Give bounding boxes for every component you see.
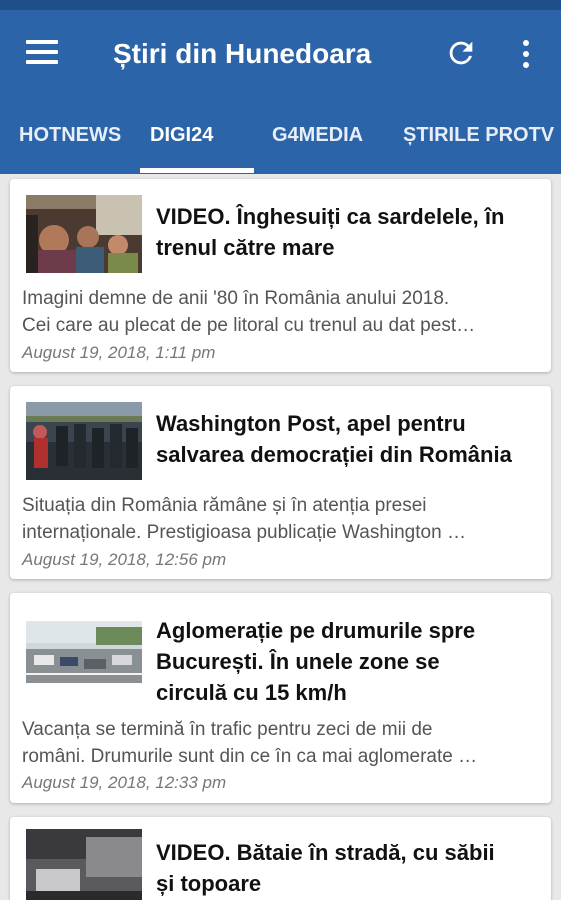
- headline-line: salvarea democrației din România: [156, 442, 512, 467]
- summary-line: Situația din România rămâne și în atenți…: [22, 495, 427, 516]
- app-bar: Știri din Hunedoara: [0, 10, 561, 108]
- more-options-icon[interactable]: [518, 40, 534, 72]
- article-card[interactable]: Aglomerație pe drumurile spre București.…: [10, 593, 551, 803]
- tab-bar: HOTNEWS DIGI24 G4MEDIA ȘTIRILE PROTV: [0, 108, 561, 174]
- article-summary: Imagini demne de anii '80 în România anu…: [22, 285, 542, 339]
- tab-digi24[interactable]: DIGI24: [150, 124, 213, 147]
- article-date: August 19, 2018, 12:56 pm: [22, 550, 227, 569]
- tab-g4media[interactable]: G4MEDIA: [272, 124, 363, 147]
- headline-line: VIDEO. Înghesuiți ca sardelele, în: [156, 204, 505, 229]
- article-headline: Aglomerație pe drumurile spre București.…: [156, 615, 540, 708]
- summary-line: Imagini demne de anii '80 în România anu…: [22, 288, 450, 309]
- news-feed[interactable]: VIDEO. Înghesuiți ca sardelele, în trenu…: [0, 174, 561, 900]
- summary-line: Vacanța se termină în trafic pentru zeci…: [22, 719, 433, 740]
- tab-hotnews[interactable]: HOTNEWS: [19, 124, 121, 147]
- article-summary: Vacanța se termină în trafic pentru zeci…: [22, 716, 542, 770]
- crowded-train-photo: [26, 195, 142, 273]
- article-card[interactable]: VIDEO. Înghesuiți ca sardelele, în trenu…: [10, 179, 551, 372]
- headline-line: și topoare: [156, 871, 262, 896]
- summary-line: români. Drumurile sunt din ce în ca mai …: [22, 746, 478, 767]
- refresh-icon[interactable]: [444, 36, 478, 70]
- highway-traffic-photo: [26, 621, 142, 683]
- headline-line: București. În unele zone se: [156, 649, 440, 674]
- menu-icon[interactable]: [26, 40, 60, 70]
- summary-line: internaționale. Prestigioasa publicație …: [22, 522, 466, 543]
- status-bar: [0, 0, 561, 10]
- article-summary: Situația din România rămâne și în atenți…: [22, 492, 542, 546]
- article-headline: VIDEO. Bătaie în stradă, cu săbii și top…: [156, 837, 540, 899]
- tab-stirile-protv[interactable]: ȘTIRILE PROTV: [403, 124, 554, 147]
- article-date: August 19, 2018, 12:33 pm: [22, 773, 227, 792]
- summary-line: Cei care au plecat de pe litoral cu tren…: [22, 315, 476, 336]
- active-tab-indicator: [140, 168, 254, 173]
- headline-line: VIDEO. Bătaie în stradă, cu săbii: [156, 840, 495, 865]
- headline-line: circulă cu 15 km/h: [156, 680, 347, 705]
- article-card[interactable]: VIDEO. Bătaie în stradă, cu săbii și top…: [10, 817, 551, 900]
- headline-line: trenul către mare: [156, 235, 335, 260]
- article-date: August 19, 2018, 1:11 pm: [22, 343, 216, 362]
- headline-line: Aglomerație pe drumurile spre: [156, 618, 476, 643]
- article-headline: VIDEO. Înghesuiți ca sardelele, în trenu…: [156, 201, 540, 263]
- street-scene-photo: [26, 829, 142, 900]
- article-headline: Washington Post, apel pentru salvarea de…: [156, 408, 540, 470]
- protest-police-photo: [26, 402, 142, 480]
- article-card[interactable]: Washington Post, apel pentru salvarea de…: [10, 386, 551, 579]
- headline-line: Washington Post, apel pentru: [156, 411, 466, 436]
- app-title: Știri din Hunedoara: [113, 38, 372, 69]
